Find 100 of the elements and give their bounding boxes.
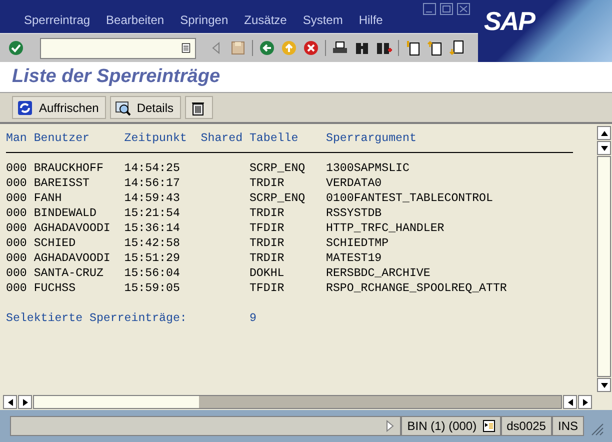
binoculars-icon[interactable] [354, 40, 370, 56]
expand-icon[interactable] [386, 420, 394, 432]
table-cell-text: TRDIR [249, 206, 286, 221]
printer-icon[interactable] [332, 40, 348, 56]
scroll-right-button[interactable] [18, 395, 32, 409]
menu-item[interactable]: Springen [180, 13, 228, 27]
system-field: BIN (1) (000) [401, 416, 501, 436]
refresh-button[interactable]: Auffrischen [12, 96, 106, 119]
logo-text: SAP [484, 6, 534, 37]
table-cell-text: BRAUCKHOFF [34, 161, 104, 176]
menu-item[interactable]: Hilfe [358, 13, 383, 27]
scroll-down-button[interactable] [597, 141, 611, 155]
table-cell-text: RERSBDC_ARCHIVE [326, 266, 432, 281]
column-header: Zeitpunkt [124, 131, 188, 146]
table-cell-text: 15:59:05 [124, 281, 181, 296]
back-icon[interactable] [259, 40, 275, 56]
table-cell-text: SCRP_ENQ [249, 161, 306, 176]
table-cell-text: 14:59:43 [124, 191, 181, 206]
menu-item[interactable]: Bearbeiten [106, 13, 164, 27]
table-cell-text: SCHIEDTMP [326, 236, 390, 251]
table-cell-text: VERDATA0 [326, 176, 383, 191]
table-cell-text: MATEST19 [326, 251, 383, 266]
table-cell-text: BINDEWALD [34, 206, 98, 221]
table-cell-text: 000 [6, 266, 28, 281]
table-cell-text: TRDIR [249, 176, 286, 191]
minimize-icon[interactable] [423, 3, 436, 15]
menu-item[interactable]: System [302, 13, 343, 27]
table-cell-text: 15:36:14 [124, 221, 181, 236]
table-cell-text: 000 [6, 236, 28, 251]
left-arrow-icon [566, 398, 574, 406]
menu-item[interactable]: Sperreintrag [24, 13, 90, 27]
maximize-icon[interactable] [440, 3, 453, 15]
list-icon[interactable] [181, 42, 191, 54]
close-icon[interactable] [457, 3, 470, 15]
table-cell-text: AGHADAVOODI [34, 221, 112, 236]
table-cell-text: 0100FANTEST_TABLECONTROL [326, 191, 494, 206]
details-button[interactable]: Details [110, 96, 180, 119]
mode-field: INS [552, 416, 584, 436]
column-header: Man [6, 131, 28, 146]
table-cell-text: TFDIR [249, 221, 286, 236]
up-arrow-icon [600, 130, 608, 136]
table-cell-text: 000 [6, 161, 28, 176]
column-header: Shared [200, 131, 244, 146]
table-cell-text: 000 [6, 206, 28, 221]
column-header: Benutzer [34, 131, 90, 146]
table-cell-text: 15:51:29 [124, 251, 181, 266]
scroll-right-button[interactable] [578, 395, 592, 409]
table-cell-text: FANH [34, 191, 63, 206]
down-arrow-icon [600, 382, 608, 388]
scroll-left-button[interactable] [3, 395, 17, 409]
magnifier-icon [114, 100, 131, 116]
table-cell-text: 000 [6, 281, 28, 296]
save-icon[interactable] [230, 40, 246, 56]
table-cell-text: SCRP_ENQ [249, 191, 306, 206]
column-header: Tabelle [249, 131, 300, 146]
delete-button[interactable] [184, 96, 212, 119]
table-cell-text: TRDIR [249, 236, 286, 251]
list-icon[interactable] [482, 420, 495, 432]
table-cell-text: RSPO_RCHANGE_SPOOLREQ_ATTR [326, 281, 508, 296]
binoculars-plus-icon[interactable] [376, 40, 392, 56]
table-cell-text: SANTA-CRUZ [34, 266, 104, 281]
table-cell-text: AGHADAVOODI [34, 251, 112, 266]
next-page-icon[interactable] [449, 40, 465, 56]
column-header: Sperrargument [326, 131, 418, 146]
table-cell-text: RSSYSTDB [326, 206, 383, 221]
scroll-left-button[interactable] [563, 395, 577, 409]
left-arrow-icon [6, 398, 14, 406]
table-cell-text: FUCHSS [34, 281, 77, 296]
table-cell-text: 000 [6, 221, 28, 236]
table-cell-text: 000 [6, 191, 28, 206]
table-cell-text: SCHIED [34, 236, 77, 251]
horizontal-scrollbar[interactable] [33, 395, 562, 409]
table-cell-text: BAREISST [34, 176, 90, 191]
table-cell-text: 14:54:25 [124, 161, 181, 176]
right-arrow-icon [22, 398, 28, 406]
table-cell-text: DOKHL [249, 266, 286, 281]
table-cell-text: 000 [6, 251, 28, 266]
table-cell-text: TFDIR [249, 281, 286, 296]
scroll-down-button[interactable] [597, 378, 611, 392]
table-cell-text: 1300SAPMSLIC [326, 161, 410, 176]
table-cell-text: TRDIR [249, 251, 286, 266]
table-cell-text: 000 [6, 176, 28, 191]
server-field: ds0025 [500, 416, 552, 436]
table-cell-text: 15:21:54 [124, 206, 181, 221]
refresh-icon [17, 100, 33, 116]
command-field[interactable] [40, 38, 196, 58]
previous-page-icon[interactable] [427, 40, 443, 56]
table-cell-text: 14:56:17 [124, 176, 181, 191]
menu-item[interactable]: Zusätze [244, 13, 287, 27]
scroll-up-button[interactable] [597, 126, 611, 140]
cancel-icon[interactable] [303, 40, 319, 56]
table-cell-text: 15:56:04 [124, 266, 181, 281]
checkmark-icon[interactable] [8, 40, 24, 56]
screen-title: Liste der Sperreinträge [12, 66, 220, 88]
first-page-icon[interactable] [405, 40, 421, 56]
trash-icon [190, 100, 206, 116]
table-cell-text: 15:42:58 [124, 236, 181, 251]
right-arrow-icon [582, 398, 588, 406]
summary-count: 9 [250, 311, 256, 326]
summary-label: Selektierte Sperreinträge: [6, 311, 188, 326]
